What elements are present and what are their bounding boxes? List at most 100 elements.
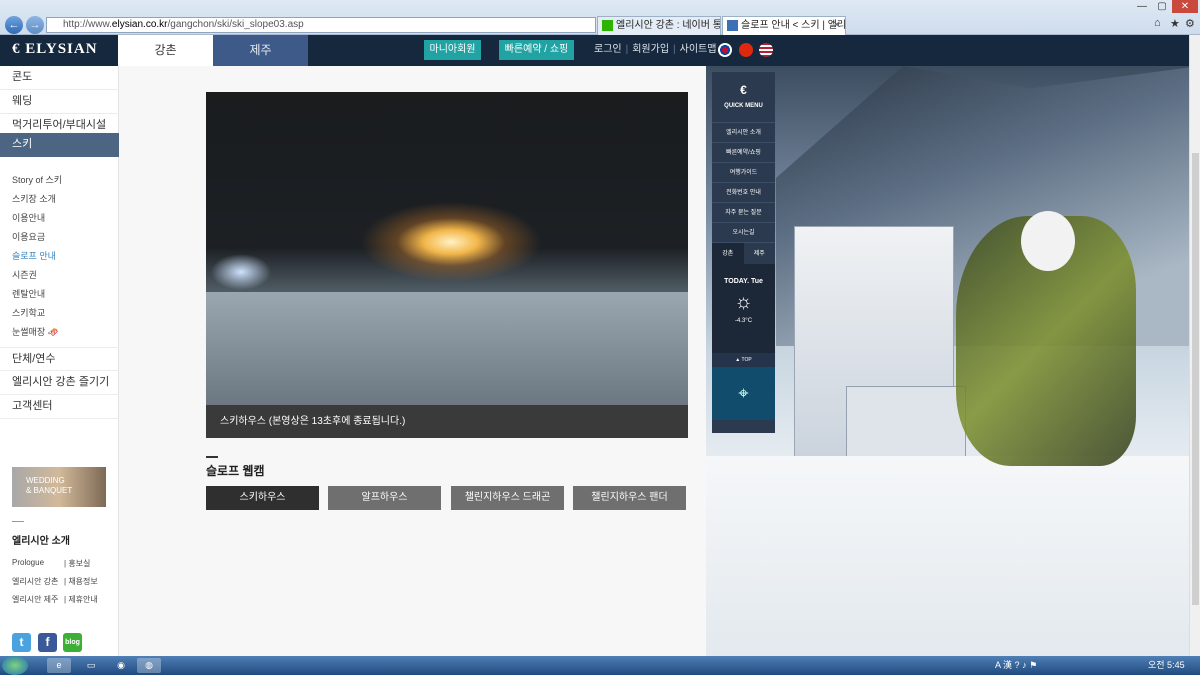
weather-temperature: -4.3°C xyxy=(734,318,753,324)
logo-mark-icon: € xyxy=(12,41,21,57)
system-tray[interactable]: A 漢 ? ♪ ⚑ xyxy=(995,657,1037,674)
wedding-banquet-banner[interactable]: WEDDING & BANQUET xyxy=(12,467,106,507)
quick-item-faq[interactable]: 자주 묻는 질문 xyxy=(712,202,775,222)
info-rule xyxy=(12,521,24,522)
naver-icon xyxy=(602,20,613,31)
info-link-recruit[interactable]: | 채용정보 xyxy=(64,576,98,587)
resort-photo xyxy=(706,66,1200,656)
sidebar-item-condo[interactable]: 콘도 xyxy=(0,66,119,90)
sub-item-rental[interactable]: 렌탈안내 xyxy=(12,287,45,300)
quick-item-travel[interactable]: 여행가이드 xyxy=(712,162,775,182)
ie-page-icon xyxy=(727,20,738,31)
close-window-icon[interactable]: ✕ xyxy=(1172,0,1198,13)
usa-flag-icon[interactable] xyxy=(759,43,773,57)
sidebar-item-customer[interactable]: 고객센터 xyxy=(0,395,119,419)
china-flag-icon[interactable] xyxy=(739,43,753,57)
webcam-ski-house-button[interactable]: 스키하우스 xyxy=(206,486,319,510)
blog-icon[interactable]: blog xyxy=(63,633,82,652)
info-link-pr[interactable]: | 홍보실 xyxy=(64,558,90,569)
quick-item-phone[interactable]: 전화번호 안내 xyxy=(712,182,775,202)
info-link-partner[interactable]: | 제휴안내 xyxy=(64,594,98,605)
favorites-star-icon[interactable]: ★ xyxy=(1170,17,1180,30)
forward-icon[interactable]: → xyxy=(26,16,44,34)
help-icon[interactable]: ? xyxy=(1015,660,1020,670)
signup-link[interactable]: 회원가입 xyxy=(632,44,669,55)
korea-flag-icon[interactable] xyxy=(718,43,732,57)
back-icon[interactable]: ← xyxy=(5,16,23,34)
quick-menu-header: € QUICK MENU xyxy=(712,72,775,122)
page-scrollbar[interactable] xyxy=(1189,35,1200,656)
chrome-taskbar-icon[interactable]: ◉ xyxy=(109,658,133,673)
sub-item-school[interactable]: 스키학교 xyxy=(12,306,45,319)
sidebar-item-group[interactable]: 단체/연수 xyxy=(0,347,119,371)
login-link[interactable]: 로그인 xyxy=(594,44,622,55)
home-icon[interactable]: ⌂ xyxy=(1154,17,1161,29)
info-link-jeju[interactable]: 엘리시안 제주 xyxy=(12,594,58,605)
video-caption: 스키하우스 (본영상은 13초후에 종료됩니다.) xyxy=(206,405,688,438)
sun-icon: ☼ xyxy=(734,291,753,313)
info-link-gangchon[interactable]: 엘리시안 강촌 xyxy=(12,576,58,587)
mania-member-button[interactable]: 마니아회원 xyxy=(424,40,481,60)
tab-elysian[interactable]: 슬로프 안내 < 스키 | 엘리... ✕ xyxy=(722,16,846,35)
quick-item-booking[interactable]: 빠른예약/쇼핑 xyxy=(712,142,775,162)
app-taskbar-icon[interactable]: ◍ xyxy=(137,658,161,673)
start-button-icon[interactable] xyxy=(2,656,28,675)
settings-gear-icon[interactable]: ⚙ xyxy=(1185,17,1195,30)
sidebar-item-ski[interactable]: 스키 xyxy=(0,133,119,157)
scrollbar-thumb[interactable] xyxy=(1192,153,1199,605)
sidebar-item-enjoy[interactable]: 엘리시안 강촌 즐기기 xyxy=(0,371,119,395)
explorer-taskbar-icon[interactable]: ▭ xyxy=(79,658,103,673)
sub-item-guide[interactable]: 이용안내 xyxy=(12,211,45,224)
sub-item-story[interactable]: Story of 스키 xyxy=(12,173,62,186)
sidebar-item-wedding[interactable]: 웨딩 xyxy=(0,90,119,114)
maximize-icon[interactable]: ▢ xyxy=(1152,0,1172,13)
weather-today: TODAY. Tue xyxy=(724,278,763,285)
elysian-logo[interactable]: € ELYSIAN xyxy=(12,41,98,58)
snow-field xyxy=(706,456,1200,656)
webcam-video[interactable]: 스키하우스 (본영상은 13초후에 종료됩니다.) xyxy=(206,92,688,438)
snowboarder-helmet xyxy=(1021,211,1075,271)
webcam-alp-house-button[interactable]: 알프하우스 xyxy=(328,486,441,510)
sub-item-sled[interactable]: 눈썰매장 🛷 xyxy=(12,325,59,338)
quick-booking-button[interactable]: 빠른예약 / 쇼핑 xyxy=(499,40,574,60)
webcam-challenge-dragon-button[interactable]: 챌린지하우스 드래곤 xyxy=(451,486,564,510)
quick-item-directions[interactable]: 오시는길 xyxy=(712,222,775,242)
quick-item-about[interactable]: 엘리시안 소개 xyxy=(712,122,775,142)
logo-mark-icon: € xyxy=(740,83,747,97)
map-pin-icon[interactable]: ⌖ xyxy=(712,367,775,420)
sitemap-link[interactable]: 사이트맵 xyxy=(680,44,717,55)
volume-icon[interactable]: ♪ xyxy=(1022,660,1027,670)
address-bar[interactable]: http://www.elysian.co.kr/gangchon/ski/sk… xyxy=(46,17,596,33)
facebook-icon[interactable]: f xyxy=(38,633,57,652)
info-link-prologue[interactable]: Prologue xyxy=(12,558,44,567)
sub-item-fee[interactable]: 이용요금 xyxy=(12,230,45,243)
weather-tab-gangchon[interactable]: 강촌 xyxy=(712,243,744,264)
tab-gangchon[interactable]: 강촌 xyxy=(118,35,213,66)
utility-links: 로그인 | 회원가입 | 사이트맵 xyxy=(594,44,717,55)
hotel-annex xyxy=(846,386,966,466)
scroll-top-button[interactable]: ▲ TOP xyxy=(712,353,775,367)
ie-taskbar-icon[interactable]: e xyxy=(47,658,71,673)
sidebar: 콘도 웨딩 먹거리투어/부대시설 스키 Story of 스키 스키장 소개 이… xyxy=(0,66,119,656)
tab-jeju[interactable]: 제주 xyxy=(213,35,308,66)
snow-slope xyxy=(206,292,688,407)
browser-toolbar: ← → http://www.elysian.co.kr/gangchon/sk… xyxy=(0,0,1200,35)
sled-icon: 🛷 xyxy=(47,327,59,337)
section-rule xyxy=(206,456,218,458)
tab-naver[interactable]: 엘리시안 강촌 : 네이버 통합검... xyxy=(597,16,721,35)
clock[interactable]: 오전 5:45 xyxy=(1148,657,1185,674)
weather-tabs: 강촌 제주 xyxy=(712,242,775,264)
weather-panel: TODAY. Tue ☼ -4.3°C xyxy=(712,264,775,353)
section-title: 슬로프 웹캠 xyxy=(206,464,265,478)
twitter-icon[interactable]: t xyxy=(12,633,31,652)
webcam-challenge-panda-button[interactable]: 챌린지하우스 팬더 xyxy=(573,486,686,510)
minimize-icon[interactable]: — xyxy=(1132,0,1152,13)
flag-icon[interactable]: ⚑ xyxy=(1029,660,1037,670)
sub-item-season-pass[interactable]: 시즌권 xyxy=(12,268,37,281)
sub-item-intro[interactable]: 스키장 소개 xyxy=(12,192,56,205)
quick-menu: € QUICK MENU 엘리시안 소개 빠른예약/쇼핑 여행가이드 전화번호 안… xyxy=(712,72,775,433)
close-tab-icon[interactable]: ✕ xyxy=(833,17,841,34)
weather-tab-jeju[interactable]: 제주 xyxy=(744,243,776,264)
info-title: 엘리시안 소개 xyxy=(12,536,70,547)
sub-item-slope[interactable]: 슬로프 안내 xyxy=(12,249,56,262)
